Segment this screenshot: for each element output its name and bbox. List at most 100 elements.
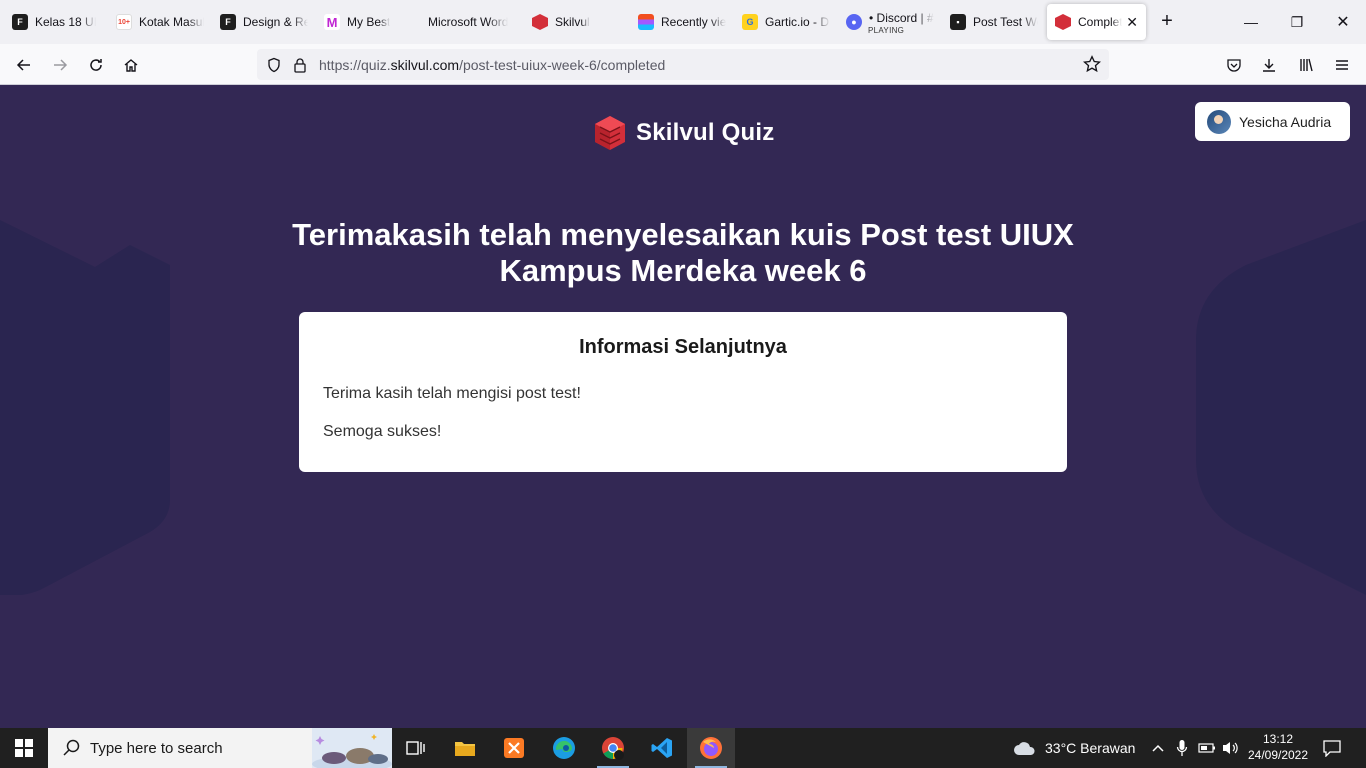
skilvul-icon (532, 14, 548, 30)
volume-button[interactable] (1221, 728, 1239, 768)
notifications-button[interactable] (1322, 728, 1342, 768)
hamburger-icon (1336, 60, 1348, 70)
quiz-page: Skilvul Quiz Yesicha Audria Terimakasih … (0, 85, 1366, 728)
weather-widget[interactable]: 33°C Berawan (1013, 728, 1135, 768)
start-button[interactable] (0, 728, 48, 768)
figma-icon: F (220, 14, 236, 30)
info-card: Informasi Selanjutnya Terima kasih telah… (299, 312, 1067, 472)
menu-button[interactable] (1327, 50, 1357, 80)
page-title: Terimakasih telah menyelesaikan kuis Pos… (233, 217, 1133, 289)
file-explorer-button[interactable] (441, 728, 489, 768)
lock-icon[interactable] (291, 56, 309, 74)
brand-logo[interactable]: Skilvul Quiz (592, 115, 774, 151)
minimize-button[interactable]: — (1228, 0, 1274, 44)
reload-icon (90, 59, 102, 71)
tab-gmail[interactable]: 10+ Kotak Masuk (108, 4, 212, 40)
task-view-icon (406, 741, 425, 755)
url-text: https://quiz.skilvul.com/post-test-uiux-… (319, 56, 666, 73)
tab-discord[interactable]: ● • Discord | # PLAYING (838, 4, 942, 40)
back-button[interactable] (9, 50, 39, 80)
task-view-button[interactable] (392, 728, 440, 768)
vscode-button[interactable] (638, 728, 686, 768)
edge-button[interactable] (540, 728, 588, 768)
tab-my-best[interactable]: M My Best (316, 4, 420, 40)
search-icon (63, 739, 80, 756)
show-hidden-icons-button[interactable] (1151, 728, 1165, 768)
clock-date: 24/09/2022 (1247, 748, 1309, 762)
avatar (1207, 109, 1231, 134)
battery-indicator[interactable] (1198, 728, 1216, 768)
tab-skilvul[interactable]: Skilvul (524, 4, 628, 40)
badge-icon: ▪ (950, 14, 966, 30)
address-bar[interactable]: https://quiz.skilvul.com/post-test-uiux-… (257, 49, 1109, 80)
close-window-button[interactable]: ✕ (1320, 0, 1366, 44)
skilvul-icon (1055, 14, 1071, 30)
m-logo-icon: M (324, 14, 340, 30)
tab-completed[interactable]: Completed ✕ (1047, 4, 1146, 40)
info-card-line-1: Terima kasih telah mengisi post test! (323, 385, 581, 402)
weather-text: 33°C Berawan (1045, 740, 1136, 756)
search-highlight-illustration-icon (312, 728, 392, 768)
library-button[interactable] (1291, 50, 1321, 80)
gmail-icon: 10+ (116, 14, 132, 30)
reload-button[interactable] (81, 50, 111, 80)
user-name: Yesicha Audria (1239, 113, 1332, 130)
figma-icon (638, 14, 654, 30)
pocket-icon (1227, 59, 1241, 72)
folder-icon (455, 742, 475, 756)
windows-logo-icon (15, 739, 33, 757)
discord-icon: ● (846, 14, 862, 30)
speaker-icon (1223, 742, 1238, 754)
xampp-button[interactable] (490, 728, 538, 768)
browser-navbar: https://quiz.skilvul.com/post-test-uiux-… (0, 44, 1366, 85)
tab-kelas-18[interactable]: F Kelas 18 UI/UX (4, 4, 104, 40)
notification-icon (1323, 740, 1341, 757)
skilvul-logo-icon (595, 116, 625, 150)
windows-taskbar: Type here to search 33°C Berawan 13:12 2… (0, 728, 1366, 768)
page-title-line-1: Terimakasih telah menyelesaikan kuis Pos… (292, 217, 1074, 252)
gartic-icon: G (742, 14, 758, 30)
brand-name: Skilvul Quiz (636, 119, 775, 146)
library-icon (1300, 58, 1313, 72)
microphone-icon (1176, 740, 1188, 756)
pocket-button[interactable] (1219, 50, 1249, 80)
arrow-left-icon (16, 59, 30, 71)
figma-icon: F (12, 14, 28, 30)
info-card-line-2: Semoga sukses! (323, 423, 442, 440)
forward-button[interactable] (45, 50, 75, 80)
chrome-icon (602, 737, 624, 760)
tab-post-test[interactable]: ▪ Post Test Week (942, 4, 1046, 40)
tab-design-research[interactable]: F Design & Research (212, 4, 316, 40)
tab-recently-viewed[interactable]: Recently viewed (630, 4, 734, 40)
home-button[interactable] (116, 50, 146, 80)
edge-icon (553, 737, 575, 759)
shield-icon[interactable] (265, 56, 283, 74)
firefox-icon (700, 737, 722, 759)
clock-time: 13:12 (1262, 732, 1294, 746)
chrome-button[interactable] (589, 728, 637, 768)
background-shape-left (0, 220, 170, 595)
cloud-icon (1014, 742, 1035, 755)
close-tab-icon[interactable]: ✕ (1126, 14, 1138, 31)
restore-button[interactable]: ❐ (1274, 0, 1320, 44)
browser-tab-strip: F Kelas 18 UI/UX 10+ Kotak Masuk F Desig… (0, 0, 1366, 44)
taskbar-clock[interactable]: 13:12 24/09/2022 (1244, 731, 1312, 763)
firefox-button[interactable] (687, 728, 735, 768)
user-profile-button[interactable]: Yesicha Audria (1195, 102, 1350, 141)
info-card-title: Informasi Selanjutnya (579, 336, 787, 358)
search-placeholder: Type here to search (90, 739, 223, 757)
download-icon (1263, 59, 1275, 72)
page-title-line-2: Kampus Merdeka week 6 (499, 253, 867, 288)
taskbar-search-box[interactable]: Type here to search (48, 728, 392, 768)
background-shape-right (1196, 220, 1366, 595)
tab-microsoft-word[interactable]: Microsoft Word (420, 4, 524, 40)
microphone-indicator[interactable] (1176, 728, 1188, 768)
arrow-right-icon (54, 59, 68, 71)
battery-icon (1198, 743, 1215, 753)
vscode-icon (651, 738, 672, 758)
bookmark-star-icon[interactable] (1083, 55, 1101, 73)
tab-gartic[interactable]: G Gartic.io - Draw (734, 4, 838, 40)
downloads-button[interactable] (1254, 50, 1284, 80)
chevron-up-icon (1152, 744, 1164, 752)
new-tab-button[interactable]: + (1155, 10, 1179, 34)
